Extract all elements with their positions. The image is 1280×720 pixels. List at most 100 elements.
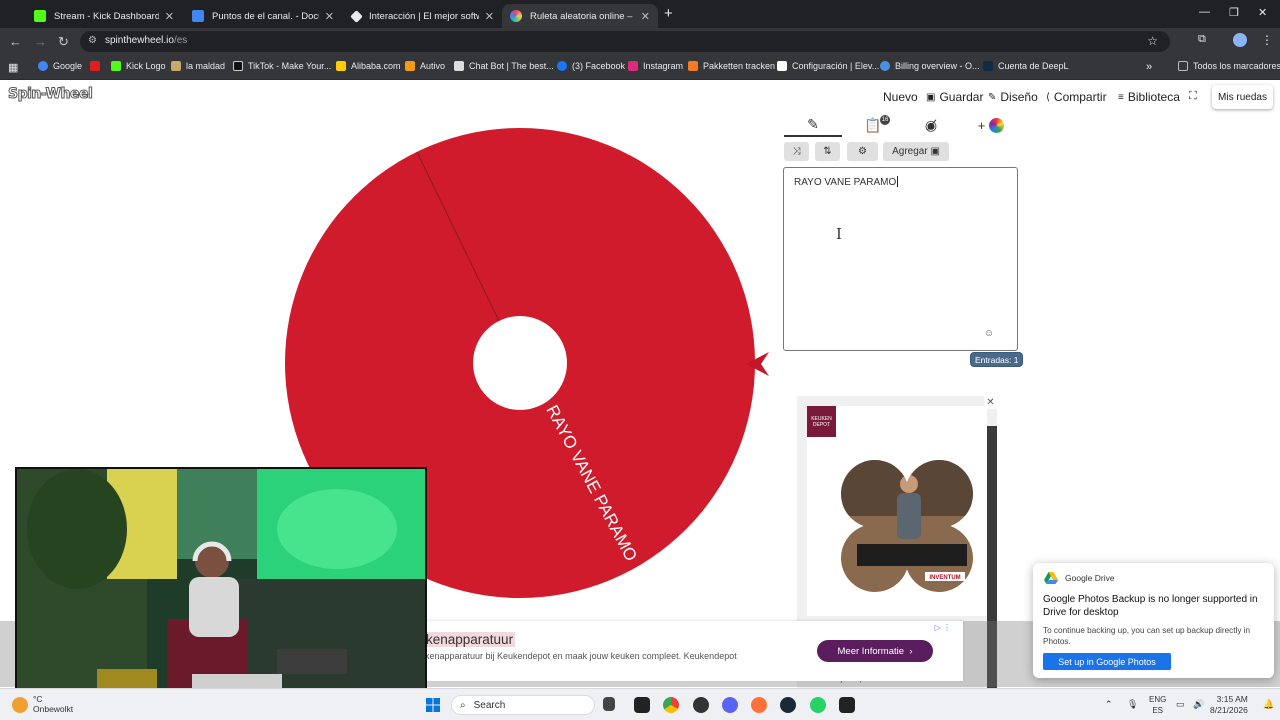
close-tab-icon[interactable]: ✕: [641, 10, 650, 23]
image-icon: ▣: [930, 146, 940, 157]
settings-button[interactable]: ⚙: [847, 142, 878, 161]
sort-button[interactable]: ⇅: [815, 142, 840, 161]
apps-grid-icon[interactable]: ▦: [8, 61, 18, 74]
reload-icon[interactable]: ↻: [58, 34, 69, 50]
network-icon[interactable]: ▭: [1176, 699, 1185, 710]
menu-diseno[interactable]: ✎ Diseño: [988, 90, 1038, 104]
new-tab-button[interactable]: +: [664, 5, 673, 22]
bookmark-item[interactable]: TikTok - Make Your...: [233, 61, 331, 71]
bookmark-item[interactable]: Cuenta de DeepL: [983, 61, 1069, 71]
close-tab-icon[interactable]: ✕: [485, 10, 494, 23]
language-indicator[interactable]: ENG ES: [1149, 694, 1166, 716]
restore-icon[interactable]: ❐: [1229, 6, 1239, 19]
steam-icon[interactable]: [780, 697, 796, 713]
bookmark-image-icon: [171, 61, 181, 71]
taskbar-search[interactable]: ⌕ Search: [451, 695, 595, 715]
fullscreen-icon[interactable]: ⛶: [1189, 90, 1197, 103]
app-icon[interactable]: [634, 697, 650, 713]
app-icon[interactable]: [839, 697, 855, 713]
package-icon: [688, 61, 698, 71]
tray-overflow-icon[interactable]: ⌃: [1105, 699, 1113, 710]
file-explorer-icon[interactable]: [603, 697, 615, 711]
close-tab-icon[interactable]: ✕: [325, 10, 334, 23]
bookmark-item[interactable]: Billing overview - O...: [880, 61, 980, 71]
bookmark-item[interactable]: (3) Facebook: [557, 61, 625, 71]
tab-edit[interactable]: ✎: [784, 113, 842, 137]
tab-hidden[interactable]: ◉̸: [902, 113, 960, 137]
browser-tab[interactable]: Stream - Kick Dashboard ✕: [26, 4, 182, 28]
chevron-right-icon: ›: [909, 645, 913, 657]
browser-tab-active[interactable]: Ruleta aleatoria online – ruleta ✕: [502, 4, 658, 28]
wheel-pointer-icon: [746, 352, 769, 376]
shuffle-button[interactable]: ⤨: [784, 142, 809, 161]
close-ad-icon[interactable]: ✕: [984, 396, 997, 409]
menu-guardar[interactable]: ▣ Guardar: [926, 90, 983, 104]
entries-count-badge: Entradas: 1: [970, 352, 1024, 367]
google-drive-icon: [1044, 572, 1058, 584]
chevron-right-icon[interactable]: »: [1146, 61, 1152, 73]
bookmark-item[interactable]: Alibaba.com: [336, 61, 401, 71]
volume-icon[interactable]: 🔊: [1193, 699, 1204, 710]
browser-tab[interactable]: Interacción | El mejor software ✕: [344, 4, 502, 28]
results-badge: 16: [880, 115, 890, 125]
notification-app-name: Google Drive: [1065, 573, 1115, 583]
back-icon[interactable]: ←: [9, 34, 22, 49]
discord-icon[interactable]: [722, 697, 738, 713]
obs-icon[interactable]: [693, 697, 709, 713]
bookmark-item[interactable]: Instagram: [628, 61, 683, 71]
wheel-center-hole: [473, 316, 567, 410]
adchoices-icon[interactable]: ▷ ⋮: [935, 623, 951, 632]
tab-title: Puntos de el canal. - Document: [212, 10, 319, 22]
tab-add-color[interactable]: +: [964, 113, 1018, 137]
address-bar[interactable]: ⚙ spinthewheel.io/es ☆: [80, 31, 1170, 52]
webcam-feed-image: [17, 469, 425, 696]
site-info-icon[interactable]: ⚙: [88, 35, 97, 46]
tiktok-icon: [233, 61, 243, 71]
bookmark-star-icon[interactable]: ☆: [1147, 34, 1158, 48]
firefox-icon[interactable]: [751, 697, 767, 713]
add-image-button[interactable]: Agregar ▣: [883, 142, 949, 161]
close-window-icon[interactable]: ✕: [1258, 6, 1267, 19]
banner-ad-cta-button[interactable]: Meer Informatie ›: [817, 640, 933, 662]
bookmark-item[interactable]: Configuración | Elev...: [777, 61, 879, 71]
extensions-puzzle-icon[interactable]: ⧉: [1198, 33, 1212, 47]
ad-product-image: INVENTUM: [841, 460, 973, 592]
bookmark-item[interactable]: la maldad: [171, 61, 225, 71]
menu-biblioteca[interactable]: ≡ Biblioteca: [1118, 90, 1180, 104]
google-drive-notification[interactable]: Google Drive Google Photos Backup is no …: [1033, 563, 1274, 678]
bookmark-item[interactable]: Kick Logo: [111, 61, 166, 71]
clock[interactable]: 3:15 AM 8/21/2026: [1210, 694, 1248, 716]
bookmark-item[interactable]: [90, 61, 105, 71]
emoji-icon[interactable]: ☺: [984, 328, 994, 339]
profile-avatar-icon[interactable]: [1233, 33, 1247, 47]
menu-compartir[interactable]: ⟨ Compartir: [1046, 90, 1107, 104]
notifications-bell-icon[interactable]: 🔔: [1263, 699, 1274, 710]
windows-start-icon[interactable]: [426, 698, 440, 712]
bookmark-item[interactable]: Autivo: [405, 61, 445, 71]
site-logo[interactable]: Spin-Wheel: [7, 86, 93, 103]
chrome-icon[interactable]: [663, 697, 679, 713]
menu-nuevo[interactable]: Nuevo: [883, 90, 918, 104]
weather-icon[interactable]: [12, 697, 28, 713]
banner-ad[interactable]: kenapparatuur kenapparatuur bij Keukende…: [420, 621, 963, 681]
menu-dots-icon[interactable]: ⋮: [1261, 33, 1275, 47]
bookmark-item[interactable]: Google: [38, 61, 82, 71]
entries-textarea[interactable]: RAYO VANE PARAMO ☺: [783, 167, 1018, 351]
forward-icon[interactable]: →: [34, 34, 47, 49]
bookmark-item[interactable]: Chat Bot | The best...: [454, 61, 554, 71]
bookmarks-bar: ▦ Google Kick Logo la maldad TikTok - Ma…: [0, 55, 1280, 80]
setup-google-photos-button[interactable]: Set up in Google Photos: [1043, 653, 1171, 670]
bookmark-item[interactable]: Pakketten tracken: [688, 61, 775, 71]
stack-icon: ≡: [1118, 91, 1124, 103]
browser-tab[interactable]: Puntos de el canal. - Document ✕: [184, 4, 342, 28]
eye-off-icon: ◉̸: [924, 116, 938, 133]
my-wheels-button[interactable]: Mis ruedas: [1212, 85, 1273, 109]
minimize-icon[interactable]: —: [1199, 6, 1210, 18]
microphone-icon[interactable]: 🎙: [1127, 699, 1138, 710]
kick-icon: [111, 61, 121, 71]
whatsapp-icon[interactable]: [810, 697, 826, 713]
alibaba-icon: [336, 61, 346, 71]
all-bookmarks-folder[interactable]: Todos los marcadores: [1178, 61, 1280, 71]
close-tab-icon[interactable]: ✕: [165, 10, 174, 23]
tab-results[interactable]: 📋 16: [844, 113, 902, 137]
